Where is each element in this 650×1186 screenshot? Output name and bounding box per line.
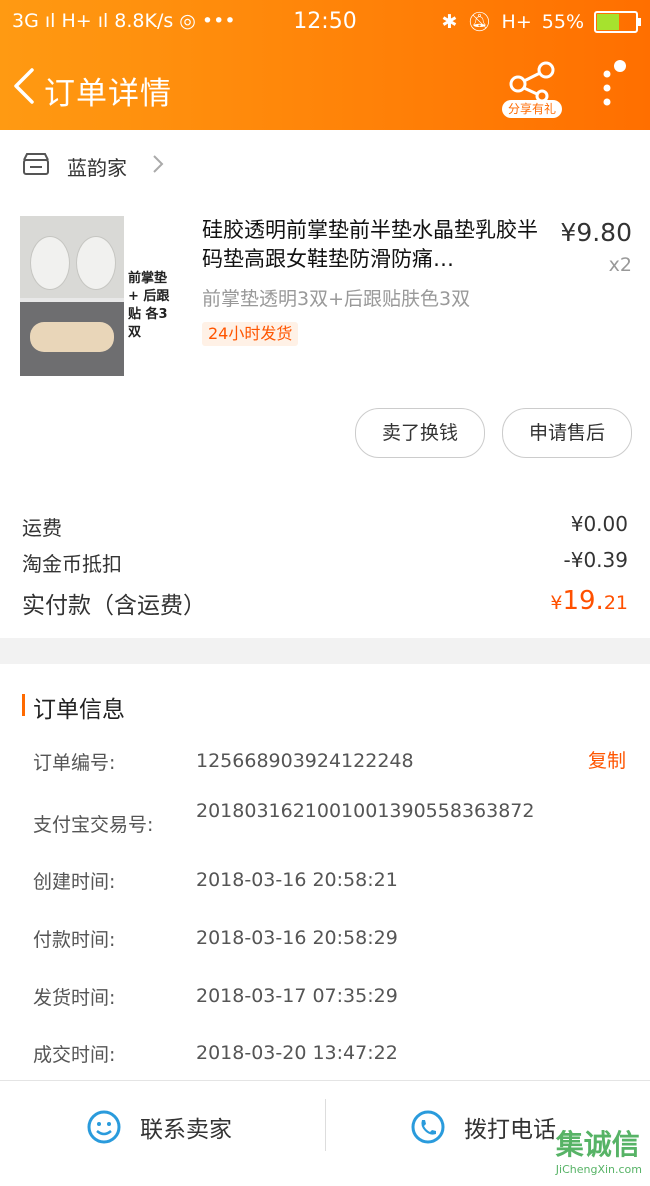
navbar: 订单详情 分享有礼	[0, 44, 650, 130]
total-paid-label: 实付款（含运费）	[22, 593, 206, 619]
back-arrow-icon[interactable]	[10, 66, 40, 106]
mute-icon: 🔕︎	[467, 11, 492, 33]
phone-icon	[411, 1110, 445, 1144]
product-sku: 前掌垫透明3双+后跟贴肤色3双	[202, 288, 471, 310]
chat-icon	[87, 1110, 121, 1144]
order-info-section: 订单信息 订单编号: 125668903924122248 复制 支付宝交易号:…	[0, 664, 650, 1080]
product-title[interactable]: 硅胶透明前掌垫前半垫水晶垫乳胶半码垫高跟女鞋垫防滑防痛…	[202, 216, 542, 274]
info-value: 2018-03-20 13:47:22	[196, 1042, 398, 1064]
info-value: 2018031621001001390558363872	[196, 800, 535, 822]
share-icon	[509, 61, 555, 103]
battery-icon	[594, 10, 641, 33]
watermark-main: 集诚信	[555, 1128, 640, 1161]
total-decimal: 21	[603, 592, 628, 614]
product-quantity: x2	[608, 254, 632, 276]
info-value: 2018-03-17 07:35:29	[196, 985, 398, 1007]
info-key: 订单编号:	[33, 752, 116, 774]
bluetooth-icon: ✱	[441, 10, 458, 33]
watermark-logo: 集诚信 JiChengXin.com	[556, 1123, 642, 1176]
bottom-action-bar: 联系卖家 拨打电话 集诚信 JiChengXin.com	[0, 1080, 650, 1186]
shipping-fee-label: 运费	[22, 516, 62, 540]
info-value: 2018-03-16 20:58:21	[196, 869, 398, 891]
shipping-fee-value: ¥0.00	[570, 512, 628, 536]
copy-button[interactable]: 复制	[588, 746, 626, 773]
shipping-fee-row: 运费 ¥0.00	[22, 512, 628, 541]
info-key: 成交时间:	[33, 1044, 116, 1066]
total-integer: 19.	[562, 586, 604, 616]
after-sale-button[interactable]: 申请售后	[502, 408, 632, 458]
shop-name[interactable]: 蓝韵家	[67, 152, 127, 181]
status-bar: 3G ıl H+ ıl 8.8K/s ◎ ••• 12:50 ✱ 🔕︎ H+ 5…	[0, 0, 650, 44]
sell-button[interactable]: 卖了换钱	[355, 408, 485, 458]
product-price: ¥9.80	[560, 218, 632, 247]
footer-divider	[325, 1099, 326, 1151]
product-image-pads	[20, 216, 124, 298]
total-paid-row: 实付款（含运费） ¥19.21	[22, 586, 628, 620]
total-currency: ¥	[550, 592, 563, 614]
coin-deduction-label: 淘金币抵扣	[22, 552, 122, 576]
chevron-right-icon	[153, 155, 164, 173]
shop-icon	[23, 153, 49, 175]
total-paid-value: ¥19.21	[550, 586, 628, 616]
product-image-caption: 前掌垫 + 后跟贴 各3双	[128, 271, 170, 340]
share-button[interactable]: 分享有礼	[502, 60, 562, 118]
battery-percent: 55%	[541, 10, 584, 33]
more-menu-icon[interactable]	[596, 58, 626, 118]
product-image[interactable]	[20, 216, 124, 376]
info-key: 支付宝交易号:	[33, 814, 154, 836]
order-item: 前掌垫 + 后跟贴 各3双 硅胶透明前掌垫前半垫水晶垫乳胶半码垫高跟女鞋垫防滑防…	[0, 198, 650, 638]
coin-deduction-value: -¥0.39	[563, 548, 628, 572]
contact-seller-label: 联系卖家	[140, 1117, 232, 1143]
contact-seller-button[interactable]: 联系卖家	[86, 1103, 232, 1151]
info-key: 创建时间:	[33, 871, 116, 893]
info-value: 125668903924122248	[196, 750, 414, 772]
info-key: 发货时间:	[33, 987, 116, 1009]
coin-deduction-row: 淘金币抵扣 -¥0.39	[22, 548, 628, 577]
share-label: 分享有礼	[502, 100, 562, 118]
page-title: 订单详情	[44, 76, 172, 112]
status-right: ✱ 🔕︎ H+ 55%	[441, 10, 641, 33]
section-accent-bar	[22, 694, 25, 716]
call-label: 拨打电话	[464, 1117, 556, 1143]
watermark-sub: JiChengXin.com	[555, 1163, 642, 1176]
network-type: H+	[501, 10, 532, 33]
call-button[interactable]: 拨打电话	[410, 1103, 556, 1151]
info-value: 2018-03-16 20:58:29	[196, 927, 398, 949]
order-info-title: 订单信息	[33, 697, 125, 723]
shop-row[interactable]: 蓝韵家	[0, 130, 650, 198]
shipping-badge: 24小时发货	[202, 322, 299, 346]
info-key: 付款时间:	[33, 929, 116, 951]
app-header: 3G ıl H+ ıl 8.8K/s ◎ ••• 12:50 ✱ 🔕︎ H+ 5…	[0, 0, 650, 130]
product-image-heel	[20, 302, 124, 376]
